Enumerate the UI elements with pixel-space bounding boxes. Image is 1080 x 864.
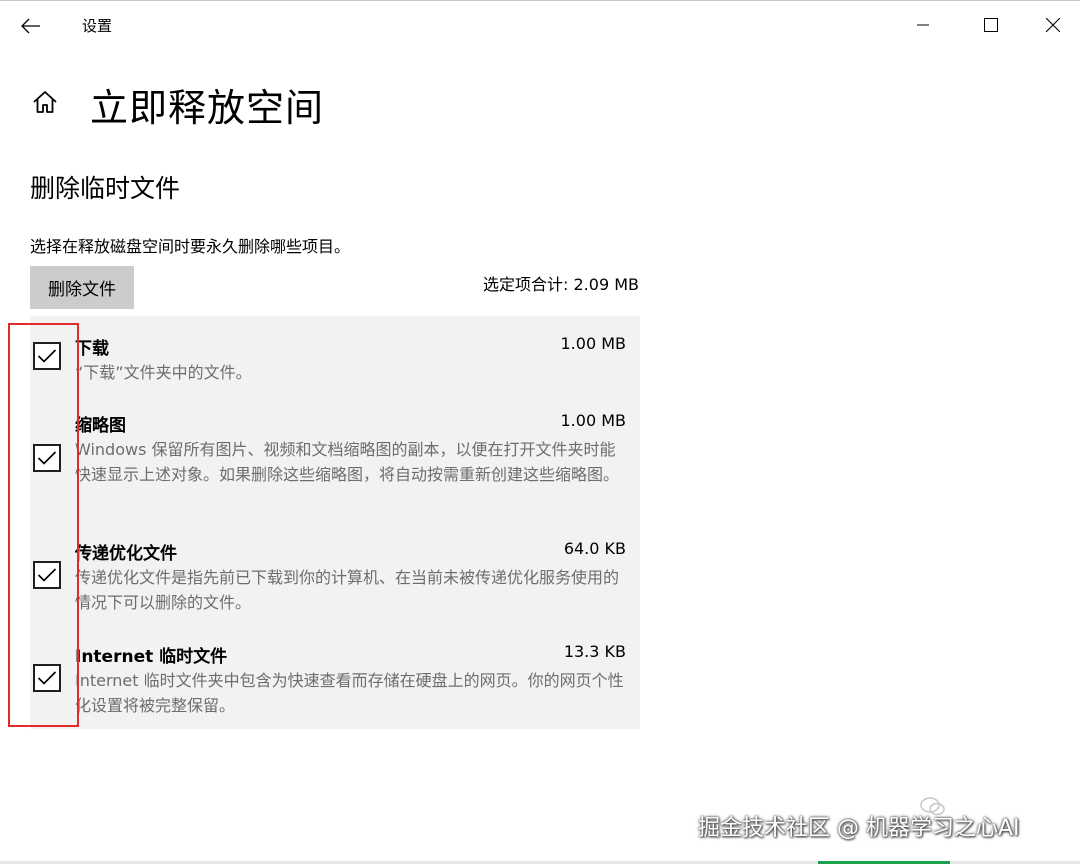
section-title: 删除临时文件 (30, 174, 181, 203)
close-icon (1046, 18, 1060, 32)
item-size: 1.00 MB (560, 334, 627, 353)
delivery-optimization-checkbox[interactable] (33, 561, 61, 589)
home-icon[interactable] (30, 87, 60, 117)
back-arrow-icon (21, 18, 40, 34)
item-name: 传递优化文件 (75, 544, 177, 564)
item-name: Internet 临时文件 (75, 647, 228, 667)
selected-total: 选定项合计: 2.09 MB (483, 275, 639, 294)
internet-temp-files-checkbox[interactable] (33, 664, 61, 692)
close-button[interactable] (1030, 9, 1076, 41)
delete-files-button[interactable]: 删除文件 (30, 266, 134, 309)
checkmark-icon (37, 671, 57, 685)
app-title: 设置 (82, 17, 113, 35)
item-description: Windows 保留所有图片、视频和文档缩略图的副本，以便在打开文件夹时能快速显… (75, 440, 620, 484)
checkmark-icon (37, 349, 57, 363)
watermark-text: 掘金技术社区 @ 机器学习之心AI (698, 816, 1020, 841)
item-description: 传递优化文件是指先前已下载到你的计算机、在当前未被传递优化服务使用的情况下可以删… (75, 568, 620, 612)
minimize-icon (917, 24, 929, 26)
item-size: 64.0 KB (563, 539, 626, 558)
checkmark-icon (37, 568, 57, 582)
page-title: 立即释放空间 (90, 86, 325, 130)
downloads-checkbox[interactable] (33, 342, 61, 370)
settings-window: 设置 立即释放空间 删除临时文件 选择在释放磁盘空间时要永久删除哪些项目。 删除… (0, 0, 1080, 864)
item-name: 下载 (75, 339, 109, 359)
item-description: “下载”文件夹中的文件。 (75, 363, 252, 382)
item-description: Internet 临时文件夹中包含为快速查看而存储在硬盘上的网页。你的网页个性化… (75, 671, 624, 715)
item-size: 1.00 MB (560, 411, 627, 430)
instruction-text: 选择在释放磁盘空间时要永久删除哪些项目。 (30, 237, 351, 256)
maximize-button[interactable] (968, 9, 1014, 41)
minimize-button[interactable] (900, 9, 946, 41)
item-name: 缩略图 (75, 416, 126, 436)
thumbnails-checkbox[interactable] (33, 444, 61, 472)
maximize-icon (984, 18, 998, 32)
back-button[interactable] (14, 11, 48, 41)
item-size: 13.3 KB (563, 642, 626, 661)
checkmark-icon (37, 451, 57, 465)
